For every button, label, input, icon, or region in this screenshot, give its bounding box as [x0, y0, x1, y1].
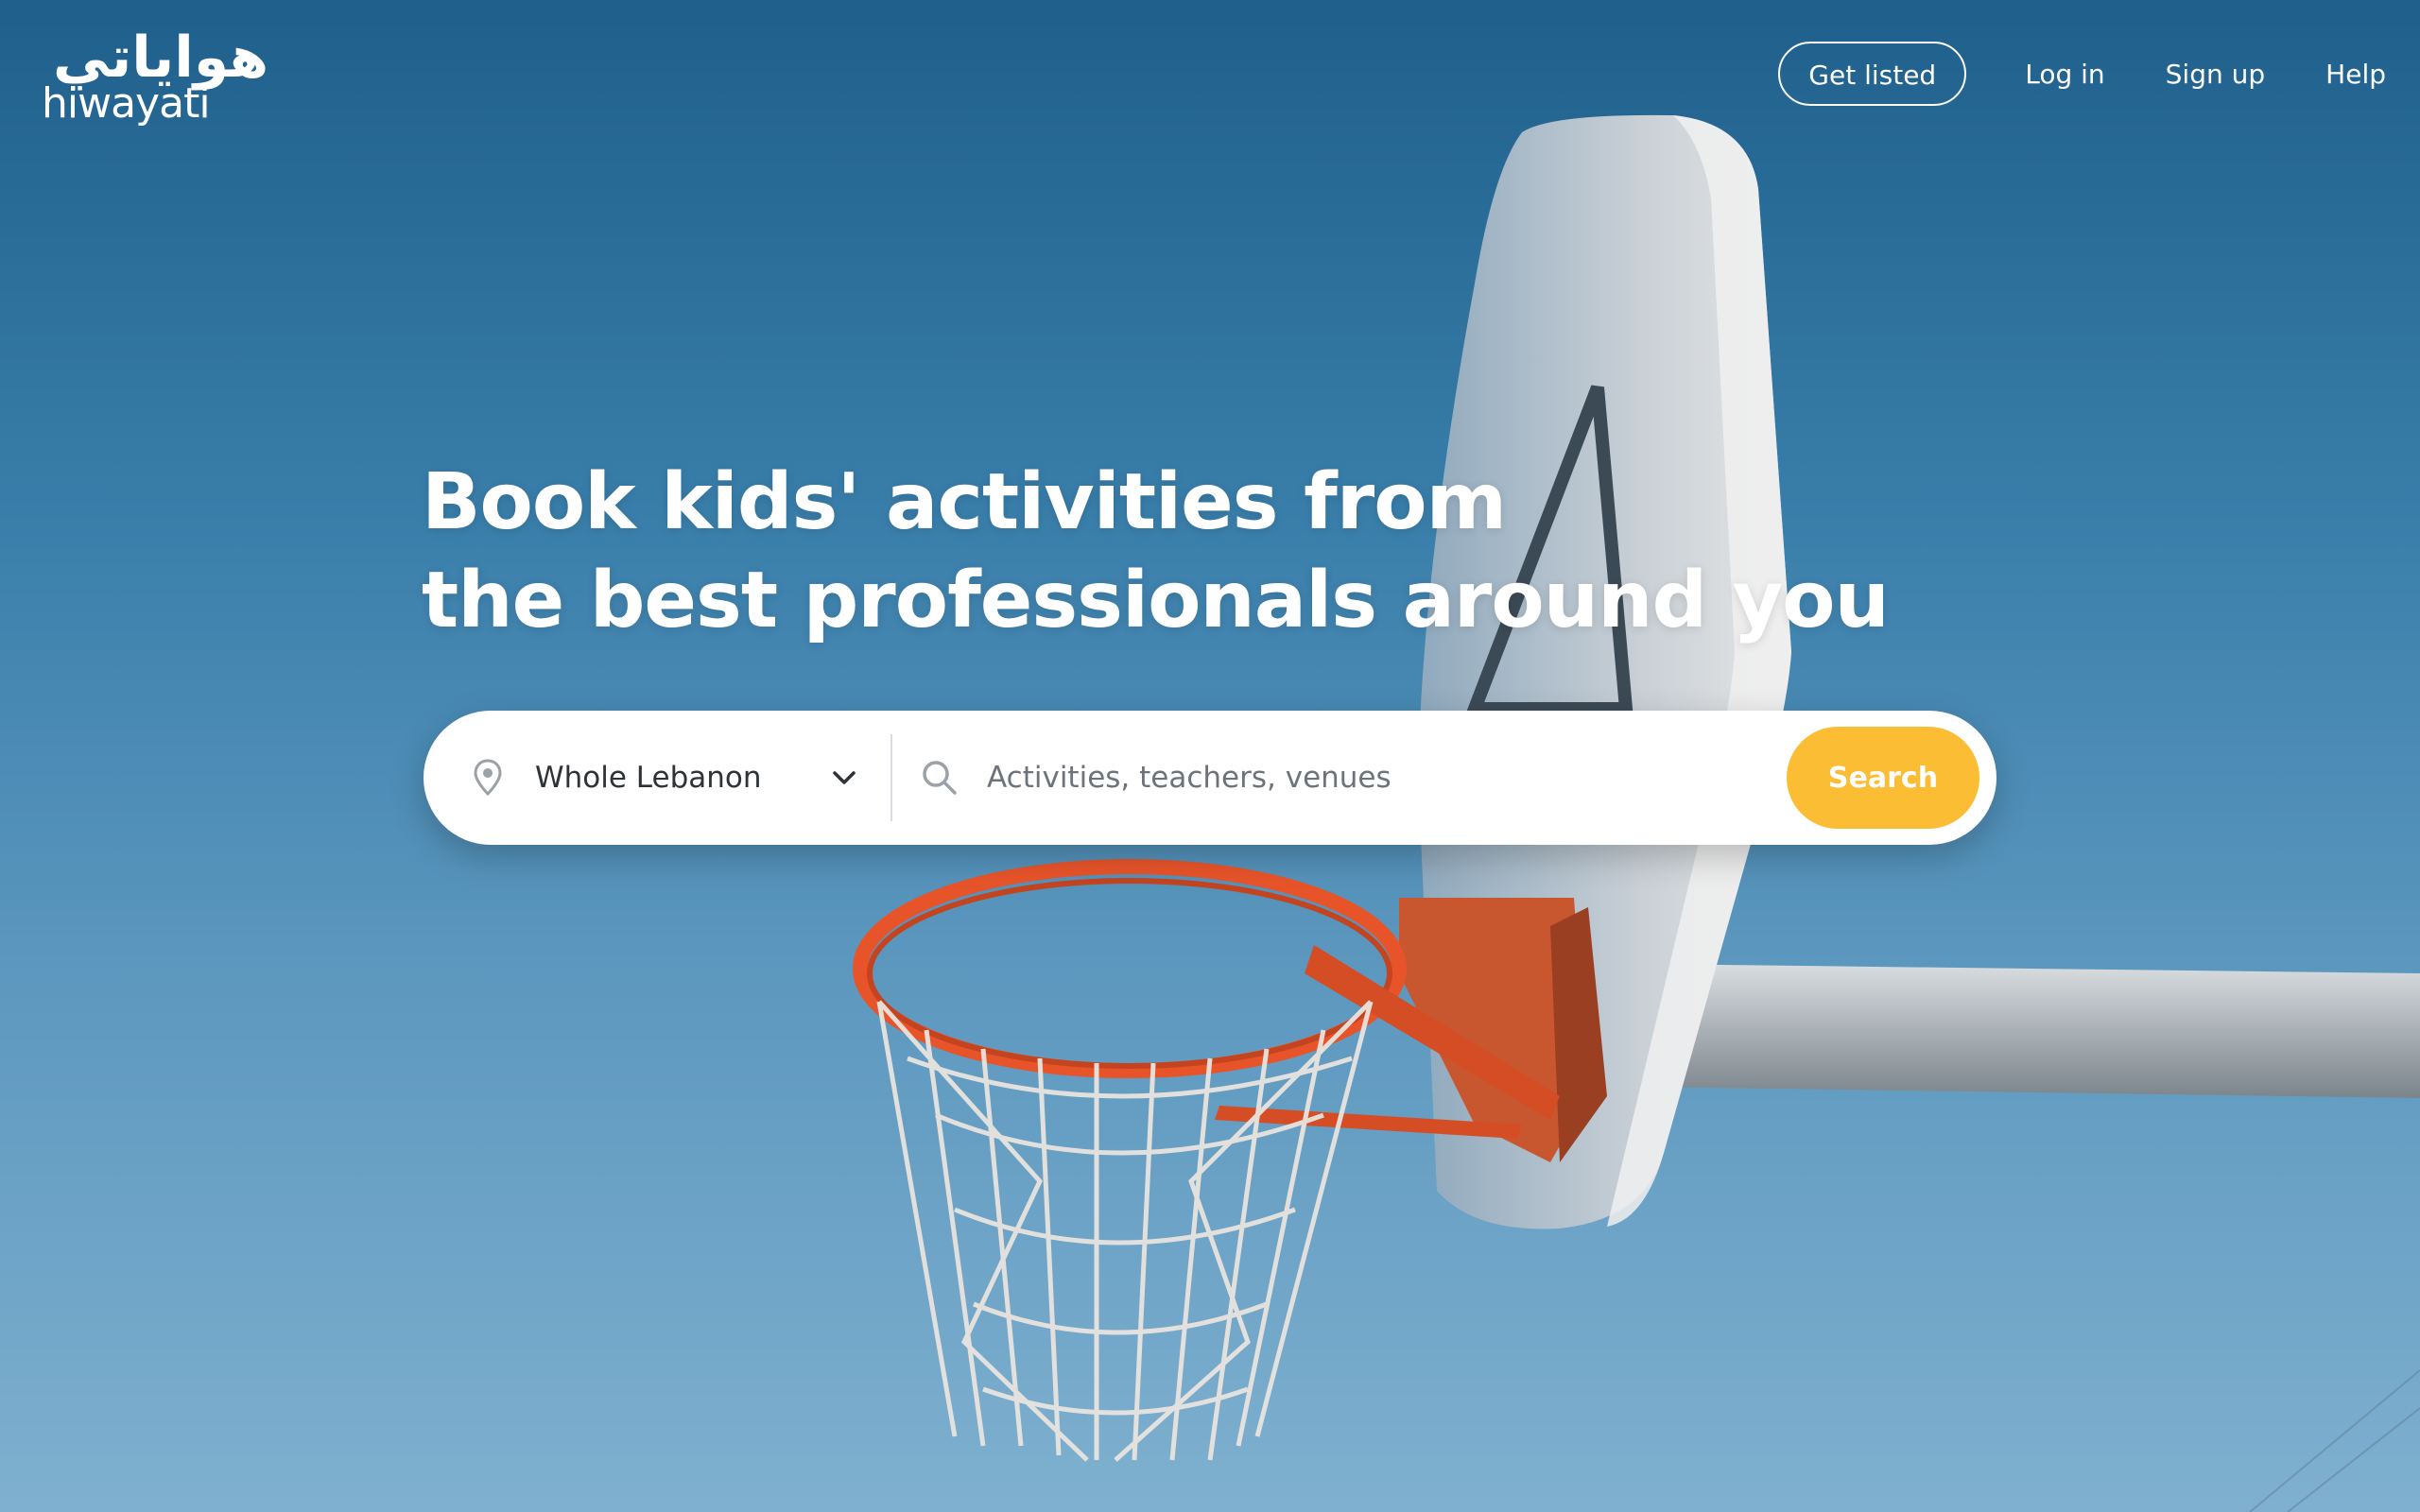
- location-value: Whole Lebanon: [535, 761, 762, 795]
- search-icon: [923, 761, 957, 795]
- chevron-down-icon: [833, 771, 856, 784]
- location-select[interactable]: Whole Lebanon: [424, 711, 890, 845]
- search-input[interactable]: [987, 761, 1787, 795]
- hiwayati-logo[interactable]: هواياتي hiwayati: [42, 25, 269, 125]
- hero-headline-line-1: Book kids' activities from: [422, 457, 1507, 547]
- top-navigation: Get listed Log in Sign up Help: [1778, 42, 2386, 106]
- search-button[interactable]: Search: [1787, 727, 1979, 829]
- search-bar: Whole Lebanon Search: [424, 711, 1996, 845]
- map-pin-icon: [474, 759, 502, 797]
- help-link[interactable]: Help: [2325, 59, 2386, 90]
- log-in-link[interactable]: Log in: [2025, 59, 2104, 90]
- hero-headline-line-2: the best professionals around you: [422, 556, 1890, 645]
- landing-page: هواياتي hiwayati Get listed Log in Sign …: [0, 0, 2420, 1512]
- hero-headline: Book kids' activities from the best prof…: [422, 454, 1890, 650]
- get-listed-button[interactable]: Get listed: [1778, 42, 1967, 106]
- sign-up-link[interactable]: Sign up: [2166, 59, 2266, 90]
- query-field: [892, 711, 1787, 845]
